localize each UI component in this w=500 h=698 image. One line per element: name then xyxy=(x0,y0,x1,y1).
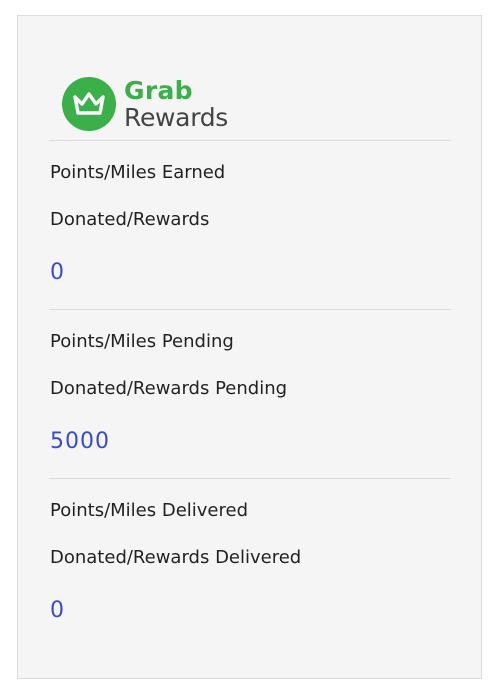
earned-value: 0 xyxy=(50,260,65,285)
section-divider xyxy=(49,140,451,141)
rewards-card: Grab Rewards Points/Miles Earned Donated… xyxy=(17,15,482,679)
logo-product-text: Rewards xyxy=(124,103,229,132)
crown-icon xyxy=(62,77,116,131)
earned-points-label: Points/Miles Earned xyxy=(50,162,226,183)
delivered-value: 0 xyxy=(50,598,65,623)
logo-brand-text: Grab xyxy=(124,76,193,105)
section-divider xyxy=(49,478,451,479)
grab-rewards-logo: Grab Rewards xyxy=(62,74,228,134)
pending-rewards-label: Donated/Rewards Pending xyxy=(50,378,288,399)
pending-points-label: Points/Miles Pending xyxy=(50,331,234,352)
section-divider xyxy=(49,309,451,310)
delivered-points-label: Points/Miles Delivered xyxy=(50,500,249,521)
delivered-rewards-label: Donated/Rewards Delivered xyxy=(50,547,302,568)
earned-rewards-label: Donated/Rewards xyxy=(50,209,210,230)
pending-value: 5000 xyxy=(50,429,110,454)
